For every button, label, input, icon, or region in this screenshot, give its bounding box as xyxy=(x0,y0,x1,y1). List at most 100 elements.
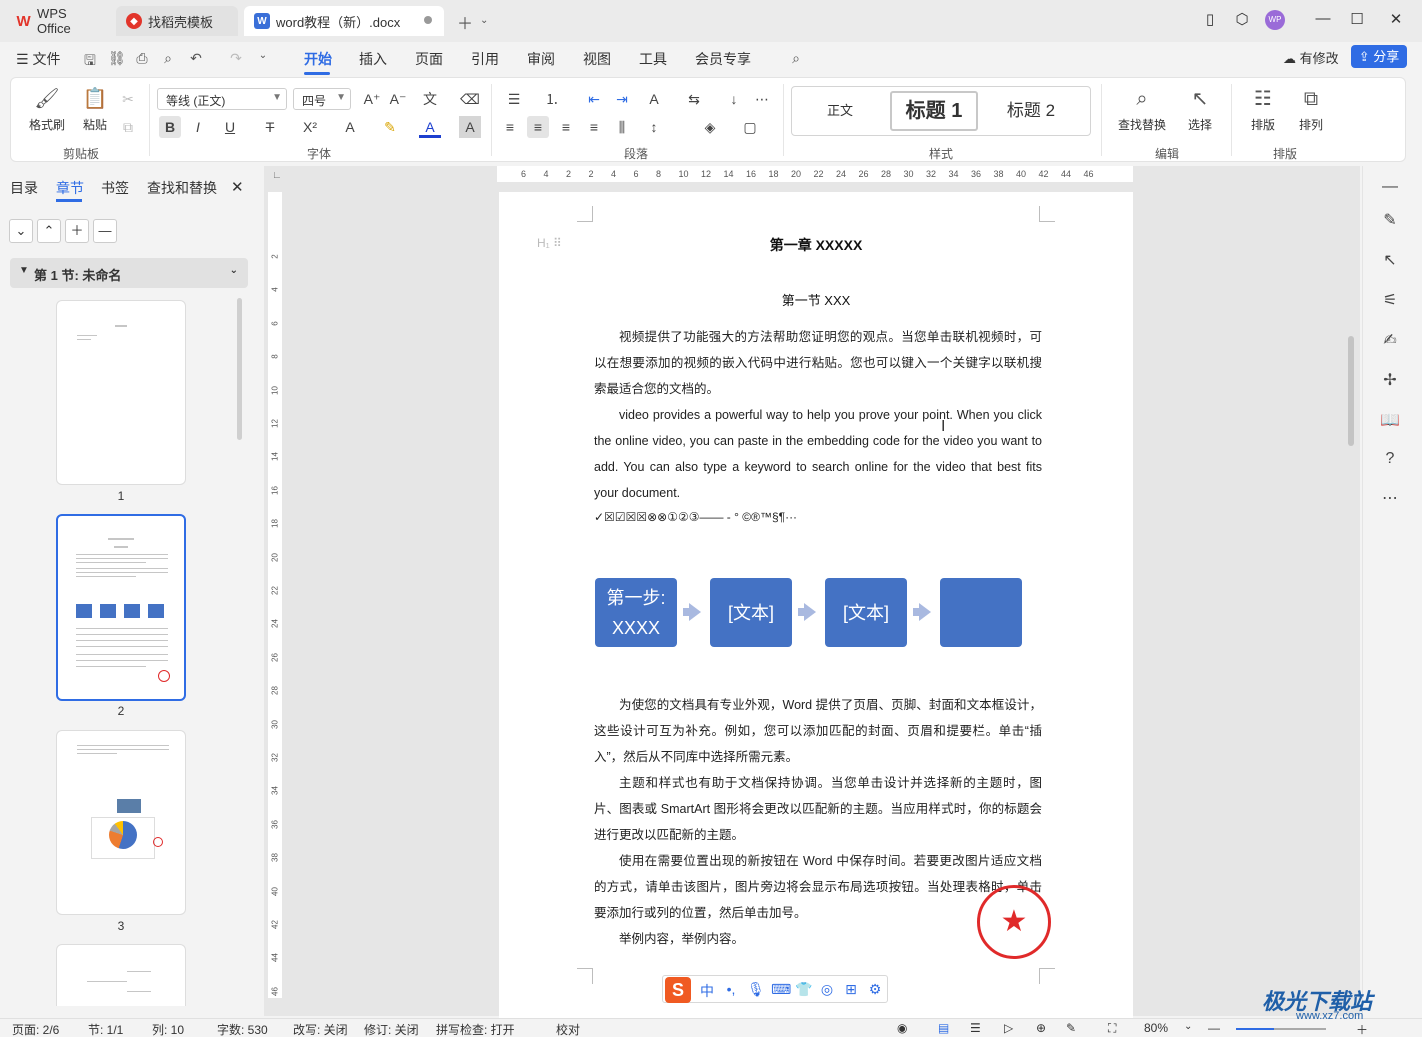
fit-page-icon[interactable]: ⛶ xyxy=(1108,1021,1116,1036)
style-heading-2[interactable]: 标题 2 xyxy=(988,91,1074,131)
eye-protection-icon[interactable]: ◉ xyxy=(897,1021,907,1035)
style-normal[interactable]: 正文 xyxy=(802,91,878,131)
font-color-icon[interactable]: A xyxy=(419,116,441,138)
chinese-layout-icon[interactable]: A xyxy=(643,88,665,110)
highlight-icon[interactable]: ✎ xyxy=(379,116,401,138)
paragraph[interactable]: 主题和样式也有助于文档保持协调。当您单击设计并选择新的主题时，图片、图表或 Sm… xyxy=(594,770,1042,848)
paragraph[interactable]: 为使您的文档具有专业外观，Word 提供了页眉、页脚、封面和文本框设计，这些设计… xyxy=(594,692,1042,770)
vertical-scrollbar[interactable] xyxy=(1346,166,1358,1016)
superscript-icon[interactable]: X² xyxy=(299,116,321,138)
paragraph[interactable]: video provides a powerful way to help yo… xyxy=(594,402,1042,506)
scrollbar-thumb[interactable] xyxy=(1348,336,1354,446)
page-view-icon[interactable]: ▤ xyxy=(938,1021,949,1035)
zoom-in-icon[interactable]: ＋ xyxy=(1356,1021,1368,1037)
zoom-out-icon[interactable]: — xyxy=(1208,1021,1220,1035)
sogou-logo-icon[interactable]: S xyxy=(665,977,691,1003)
search-icon[interactable]: ⌕ xyxy=(788,50,804,66)
increase-indent-icon[interactable]: ⇥ xyxy=(611,88,633,110)
collapse-icon[interactable]: — xyxy=(1380,178,1400,196)
status-track-changes[interactable]: 修订: 关闭 xyxy=(364,1021,419,1037)
sliders-icon[interactable]: ⚟ xyxy=(1380,290,1400,310)
write-mode-icon[interactable]: ✎ xyxy=(1066,1021,1076,1035)
smartart-step-4[interactable] xyxy=(940,578,1022,647)
symbols-line[interactable]: ✓☒☑☒☒⊗⊗①②③—— - ° ©®™§¶··· xyxy=(594,510,797,524)
menu-tools[interactable]: 工具 xyxy=(639,49,667,69)
document-page[interactable]: H₁ ⠿ 第一章 XXXXX 第一节 XXX 视频提供了功能强大的方法帮助您证明… xyxy=(499,192,1133,1018)
add-section-icon[interactable]: ＋ xyxy=(65,219,89,243)
status-word-count[interactable]: 字数: 530 xyxy=(217,1021,268,1037)
show-marks-icon[interactable]: ⋯ xyxy=(751,88,773,110)
close-pane-icon[interactable]: ✕ xyxy=(231,178,244,196)
outline-view-icon[interactable]: ☰ xyxy=(970,1021,981,1035)
smartart-step-2[interactable]: [文本] xyxy=(710,578,792,647)
nav-scrollbar[interactable] xyxy=(237,298,242,440)
page-thumbnail-2[interactable] xyxy=(56,514,186,701)
page-thumbnail-1[interactable] xyxy=(56,300,186,485)
page-thumbnail-4[interactable] xyxy=(56,944,186,1006)
line-spacing-icon[interactable]: ↕ xyxy=(643,116,665,138)
align-center-icon[interactable]: ≡ xyxy=(527,116,549,138)
page-thumbnail-3[interactable] xyxy=(56,730,186,915)
nav-tab-chapter[interactable]: 章节 xyxy=(56,178,84,198)
borders-icon[interactable]: ▢ xyxy=(739,116,761,138)
layout-toggle-icon[interactable]: ▯ xyxy=(1199,10,1221,32)
chapter-heading[interactable]: 第一章 XXXXX xyxy=(499,235,1133,255)
company-seal-icon[interactable]: ★ xyxy=(977,885,1051,959)
paste-button[interactable]: 📋 粘贴 xyxy=(73,86,117,133)
justify-icon[interactable]: ≡ xyxy=(583,116,605,138)
smartart-step-3[interactable]: [文本] xyxy=(825,578,907,647)
clear-format-icon[interactable]: ⌫ xyxy=(459,88,481,110)
link-icon[interactable]: ⛓ xyxy=(108,50,126,66)
nav-tab-bookmark[interactable]: 书签 xyxy=(101,178,129,198)
apps-icon[interactable]: ⊞ xyxy=(843,981,859,998)
align-left-icon[interactable]: ≡ xyxy=(499,116,521,138)
print-preview-icon[interactable]: ⌕ xyxy=(160,50,176,66)
brush-icon[interactable]: ✍ xyxy=(1380,330,1400,350)
smartart-step-1[interactable]: 第一步: XXXX xyxy=(595,578,677,647)
paragraph[interactable]: 视频提供了功能强大的方法帮助您证明您的观点。当您单击联机视频时，可以在想要添加的… xyxy=(594,324,1042,402)
modified-indicator[interactable]: ☁ 有修改 xyxy=(1283,48,1339,67)
file-menu[interactable]: ☰ 文件 xyxy=(16,49,60,69)
remove-section-icon[interactable]: — xyxy=(93,219,117,243)
shading-icon[interactable]: ◈ xyxy=(699,116,721,138)
decrease-indent-icon[interactable]: ⇤ xyxy=(583,88,605,110)
pen-icon[interactable]: ✎ xyxy=(1380,210,1400,230)
tab-document[interactable]: W word教程（新）.docx xyxy=(244,6,444,36)
paragraph[interactable]: 使用在需要位置出现的新按钮在 Word 中保存时间。若要更改图片适应文档的方式，… xyxy=(594,848,1042,926)
select-button[interactable]: ↖ 选择 xyxy=(1179,86,1221,133)
underline-icon[interactable]: U xyxy=(219,116,241,138)
nav-tab-toc[interactable]: 目录 xyxy=(10,178,38,198)
ime-toolbar[interactable]: S 中 •, 🎙 ⌨ 👕 ◎ ⊞ ⚙ xyxy=(662,975,888,1003)
more-icon[interactable]: ⋯ xyxy=(1380,488,1400,508)
keyboard-icon[interactable]: ⌨ xyxy=(771,981,791,998)
quick-access-more-icon[interactable]: ⌄ xyxy=(255,50,271,66)
web-view-icon[interactable]: ⊕ xyxy=(1036,1021,1046,1035)
status-spell-check[interactable]: 拼写检查: 打开 xyxy=(436,1021,515,1037)
select-pointer-icon[interactable]: ↖ xyxy=(1380,250,1400,270)
menu-member[interactable]: 会员专享 xyxy=(695,49,751,69)
menu-view[interactable]: 视图 xyxy=(583,49,611,69)
horizontal-ruler[interactable]: 6 4 2 2 4 6 8 10 12 14 16 18 20 22 24 26 28 30 32 34 36 38 40 4… xyxy=(497,166,1133,182)
copy-icon[interactable]: ⧉ xyxy=(117,116,139,138)
vertical-ruler[interactable]: 2 4 6 8 10 12 14 16 18 20 22 24 26 28 30 32 34 36 38 40 42 44… xyxy=(268,192,282,998)
distributed-icon[interactable]: ⫼ xyxy=(611,116,633,138)
align-right-icon[interactable]: ≡ xyxy=(555,116,577,138)
save-icon[interactable]: 🖫 xyxy=(82,50,98,68)
char-shading-icon[interactable]: A xyxy=(459,116,481,138)
microphone-icon[interactable]: 🎙 xyxy=(747,981,765,998)
shrink-font-icon[interactable]: A⁻ xyxy=(387,88,409,110)
numbered-list-icon[interactable]: ⒈ xyxy=(541,88,563,110)
tab-stop-icon[interactable]: ∟ xyxy=(272,170,282,181)
expand-down-icon[interactable]: ⌄ xyxy=(9,219,33,243)
skin-icon[interactable]: 👕 xyxy=(795,981,812,998)
sort-icon[interactable]: ↓ xyxy=(723,88,745,110)
find-replace-button[interactable]: ⌕ 查找替换 xyxy=(1111,86,1173,133)
ime-punctuation-icon[interactable]: •, xyxy=(723,981,739,997)
tools-icon[interactable]: ✢ xyxy=(1380,370,1400,390)
bold-icon[interactable]: B xyxy=(159,116,181,138)
zoom-dropdown-icon[interactable]: ⌄ xyxy=(1184,1021,1192,1032)
menu-references[interactable]: 引用 xyxy=(471,49,499,69)
section-heading[interactable]: 第一节 XXX xyxy=(499,290,1133,309)
user-avatar[interactable]: WP xyxy=(1265,10,1285,30)
menu-page[interactable]: 页面 xyxy=(415,49,443,69)
